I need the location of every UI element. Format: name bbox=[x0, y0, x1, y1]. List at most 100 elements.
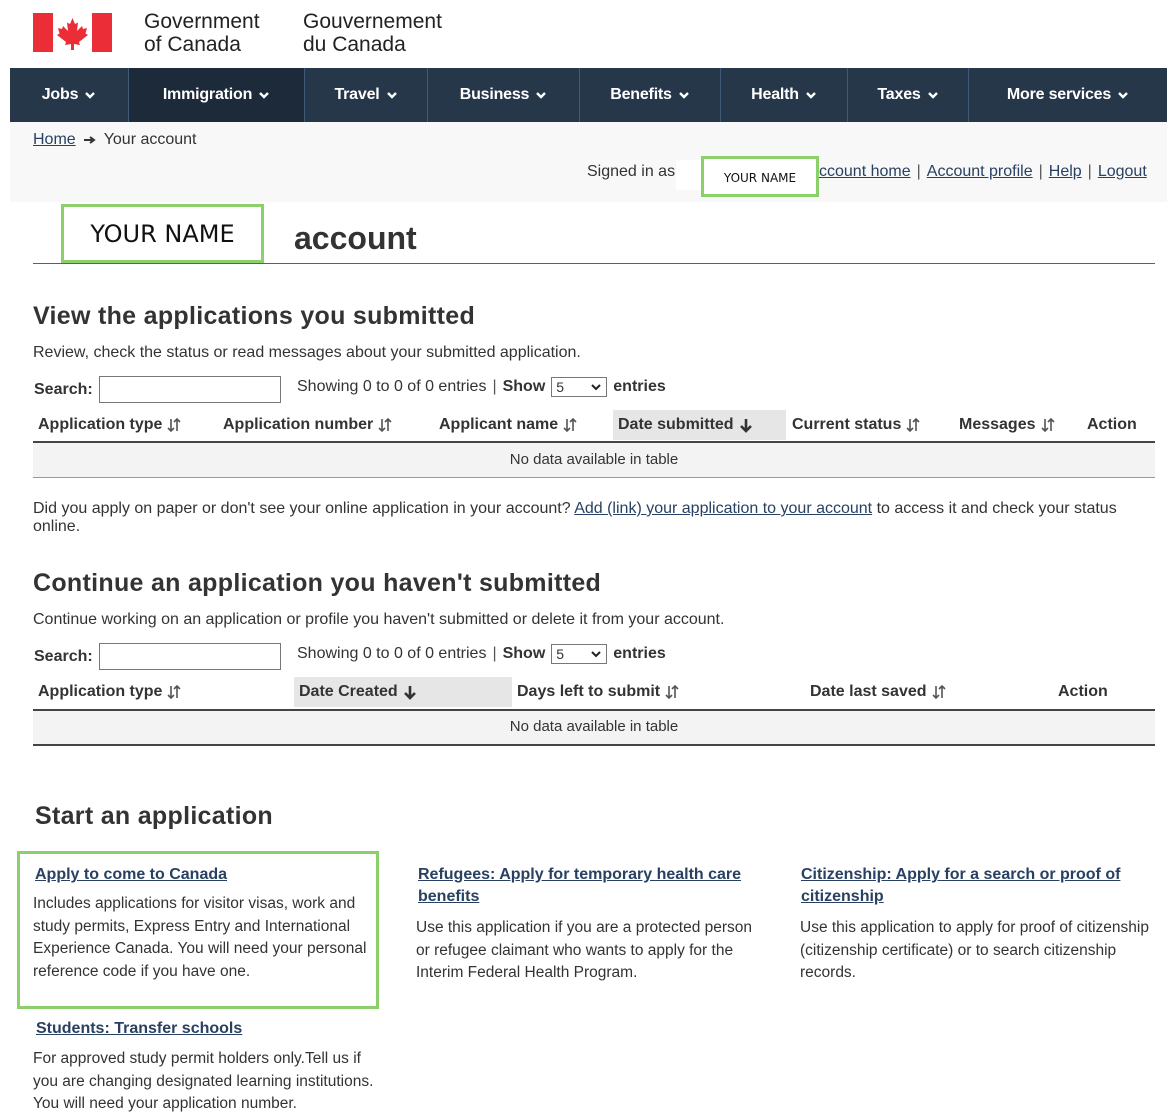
logout-link[interactable]: Logout bbox=[1098, 163, 1147, 181]
col-date-last-saved[interactable]: Date last saved bbox=[810, 677, 946, 707]
menu-taxes[interactable]: Taxes bbox=[848, 68, 969, 122]
refugees-health-benefits-link[interactable]: Refugees: Apply for temporary health car… bbox=[418, 864, 741, 908]
col-application-type[interactable]: Application type bbox=[38, 410, 182, 440]
link-separator: | bbox=[1038, 163, 1043, 180]
col-label: Days left to submit bbox=[517, 683, 661, 700]
info-separator: | bbox=[492, 645, 497, 662]
signed-in-user-name: YOUR NAME bbox=[701, 156, 819, 197]
col-action: Action bbox=[1087, 410, 1137, 440]
unsubmitted-search-label: Search: bbox=[34, 648, 93, 665]
main-menu: Jobs Immigration Travel Business Benefit… bbox=[10, 68, 1167, 122]
breadcrumb-home-link[interactable]: Home bbox=[33, 131, 76, 149]
menu-health[interactable]: Health bbox=[721, 68, 848, 122]
col-label: Messages bbox=[959, 416, 1036, 433]
col-label: Action bbox=[1058, 683, 1108, 700]
submitted-page-size-select[interactable]: 5 bbox=[551, 377, 608, 397]
menu-immigration[interactable]: Immigration bbox=[129, 68, 305, 122]
students-description: For approved study permit holders only.T… bbox=[33, 1048, 393, 1114]
unsubmitted-empty-text: No data available in table bbox=[509, 718, 679, 735]
info-separator: | bbox=[492, 378, 497, 395]
entries-label: entries bbox=[613, 378, 666, 395]
card-text-line: Experience Canada. You will need your pe… bbox=[33, 940, 367, 957]
card-title-line: Refugees: Apply for temporary health car… bbox=[418, 866, 742, 883]
sort-icon bbox=[665, 684, 679, 700]
unsubmitted-heading: Continue an application you haven't subm… bbox=[33, 569, 602, 597]
chevron-down-icon bbox=[591, 384, 601, 391]
signature-en-line1: Government bbox=[144, 10, 260, 33]
signature-fr-line1: Gouvernement bbox=[303, 10, 442, 33]
chevron-down-icon bbox=[927, 92, 938, 99]
menu-jobs[interactable]: Jobs bbox=[10, 68, 129, 122]
card-text-line: reference code if you have one. bbox=[33, 962, 251, 980]
menu-label: Immigration bbox=[162, 86, 253, 103]
menu-business[interactable]: Business bbox=[428, 68, 580, 122]
card-text-line: Interim Federal Health Program. bbox=[416, 964, 638, 981]
submitted-heading: View the applications you submitted bbox=[33, 302, 476, 330]
page-title-user-name: YOUR NAME bbox=[61, 204, 264, 263]
menu-label: Benefits bbox=[610, 86, 672, 103]
link-separator: | bbox=[1087, 163, 1092, 180]
col-application-number[interactable]: Application number bbox=[223, 410, 392, 440]
sort-icon bbox=[563, 417, 577, 433]
citizenship-proof-link[interactable]: Citizenship: Apply for a search or proof… bbox=[801, 864, 1120, 908]
breadcrumb-current: Your account bbox=[103, 131, 197, 148]
signed-in-label: Signed in as bbox=[587, 163, 676, 180]
menu-more-services[interactable]: More services bbox=[969, 68, 1167, 122]
title-divider bbox=[33, 263, 1155, 264]
col-current-status[interactable]: Current status bbox=[792, 410, 920, 440]
sort-icon bbox=[378, 417, 392, 433]
col-date-created[interactable]: Date Created bbox=[294, 677, 512, 707]
chevron-down-icon bbox=[805, 92, 816, 99]
unsubmitted-table-info: Showing 0 to 0 of 0 entries | Show 5 ent… bbox=[297, 644, 666, 664]
card-text-line: You will need your application number. bbox=[33, 1095, 297, 1112]
canada-flag-logo bbox=[33, 13, 112, 52]
table-bottom-rule bbox=[33, 744, 1155, 746]
sort-descending-icon bbox=[739, 419, 752, 433]
help-link[interactable]: Help bbox=[1049, 163, 1082, 181]
col-application-type[interactable]: Application type bbox=[38, 677, 182, 707]
add-application-link[interactable]: Add (link) your application to your acco… bbox=[574, 500, 872, 517]
account-home-link[interactable]: ccount home bbox=[819, 163, 911, 181]
col-date-submitted[interactable]: Date submitted bbox=[613, 410, 786, 440]
col-label: Date submitted bbox=[618, 416, 734, 433]
signature-english: Government of Canada bbox=[144, 10, 260, 56]
chevron-down-icon bbox=[259, 92, 270, 99]
col-messages[interactable]: Messages bbox=[959, 410, 1055, 440]
menu-label: Business bbox=[459, 86, 530, 103]
page-size-value: 5 bbox=[556, 379, 565, 395]
unsubmitted-page-size-select[interactable]: 5 bbox=[551, 644, 608, 664]
link-separator: | bbox=[916, 163, 921, 180]
menu-travel[interactable]: Travel bbox=[305, 68, 428, 122]
card-text-line: records. bbox=[800, 964, 856, 981]
sort-icon bbox=[167, 417, 182, 433]
card-title-line: benefits bbox=[418, 888, 480, 905]
submitted-search-input[interactable] bbox=[99, 376, 281, 403]
card-text-line: For approved study permit holders only.T… bbox=[33, 1050, 361, 1067]
students-transfer-schools-link[interactable]: Students: Transfer schools bbox=[36, 1018, 242, 1040]
chevron-down-icon bbox=[386, 92, 397, 99]
sort-icon bbox=[931, 684, 946, 700]
card-title-line: citizenship bbox=[801, 888, 884, 905]
col-days-left[interactable]: Days left to submit bbox=[517, 677, 679, 707]
card-text-line: study permits, Express Entry and Interna… bbox=[33, 917, 351, 935]
sort-descending-icon bbox=[403, 686, 416, 700]
col-label: Action bbox=[1087, 416, 1137, 433]
menu-benefits[interactable]: Benefits bbox=[580, 68, 721, 122]
col-label: Date last saved bbox=[810, 683, 927, 700]
sort-icon bbox=[1040, 417, 1055, 433]
col-applicant-name[interactable]: Applicant name bbox=[439, 410, 577, 440]
submitted-description: Review, check the status or read message… bbox=[33, 344, 581, 361]
chevron-down-icon bbox=[1118, 92, 1128, 99]
account-profile-link[interactable]: Account profile bbox=[927, 163, 1033, 181]
menu-label: Health bbox=[751, 86, 799, 103]
unsubmitted-search-input[interactable] bbox=[99, 643, 281, 670]
apply-to-come-to-canada-link[interactable]: Apply to come to Canada bbox=[35, 864, 227, 886]
chevron-down-icon bbox=[591, 651, 601, 658]
menu-label: Travel bbox=[334, 86, 380, 103]
table-bottom-rule bbox=[33, 477, 1155, 478]
refugees-description: Use this application if you are a protec… bbox=[416, 917, 776, 985]
card-text-line: (citizenship certificate) or to search c… bbox=[800, 941, 1117, 959]
col-action: Action bbox=[1058, 677, 1108, 707]
page-size-value: 5 bbox=[556, 646, 565, 662]
sort-icon bbox=[906, 417, 920, 433]
